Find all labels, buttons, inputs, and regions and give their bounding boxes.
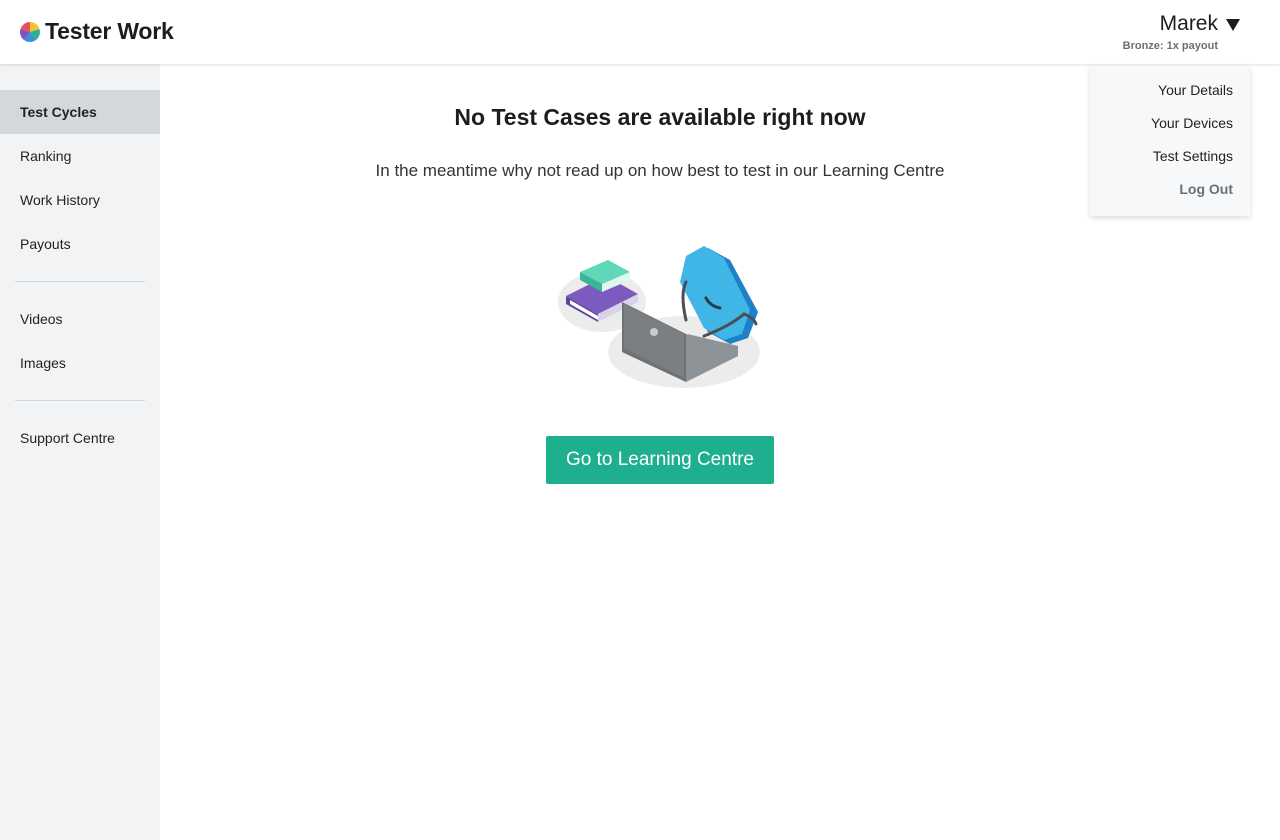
sidebar-item-images[interactable]: Images	[0, 341, 160, 385]
sidebar-item-test-cycles[interactable]: Test Cycles	[0, 90, 160, 134]
menu-item-test-settings[interactable]: Test Settings	[1153, 148, 1233, 164]
go-to-learning-centre-button[interactable]: Go to Learning Centre	[546, 436, 774, 484]
sidebar-item-work-history[interactable]: Work History	[0, 178, 160, 222]
main-content: No Test Cases are available right now In…	[160, 64, 1160, 840]
sidebar-item-support-centre[interactable]: Support Centre	[0, 416, 160, 460]
user-name: Marek	[1159, 12, 1218, 35]
sidebar-item-ranking[interactable]: Ranking	[0, 134, 160, 178]
sidebar-divider	[15, 400, 145, 401]
books-laptop-badge-illustration	[558, 246, 760, 388]
color-wheel-logo-icon	[20, 21, 40, 42]
sidebar-item-payouts[interactable]: Payouts	[0, 222, 160, 266]
empty-state-message: In the meantime why not read up on how b…	[375, 161, 945, 180]
menu-item-your-details[interactable]: Your Details	[1158, 82, 1233, 98]
app-name: Tester Work	[45, 18, 174, 44]
app-logo[interactable]: Tester Work	[20, 18, 174, 45]
sidebar: Test Cycles Ranking Work History Payouts…	[0, 64, 160, 840]
user-dropdown-menu: Your Details Your Devices Test Settings …	[1090, 66, 1250, 216]
caret-down-icon	[1226, 19, 1240, 31]
sidebar-divider	[15, 281, 145, 282]
user-tier: Bronze: 1x payout	[1122, 40, 1218, 52]
empty-state-title: No Test Cases are available right now	[454, 104, 866, 130]
menu-item-your-devices[interactable]: Your Devices	[1151, 115, 1233, 131]
sidebar-item-videos[interactable]: Videos	[0, 297, 160, 341]
user-menu-toggle[interactable]: Marek	[1160, 12, 1240, 36]
menu-item-log-out[interactable]: Log Out	[1179, 181, 1233, 197]
top-header: Tester Work Marek Bronze: 1x payout	[0, 0, 1280, 64]
